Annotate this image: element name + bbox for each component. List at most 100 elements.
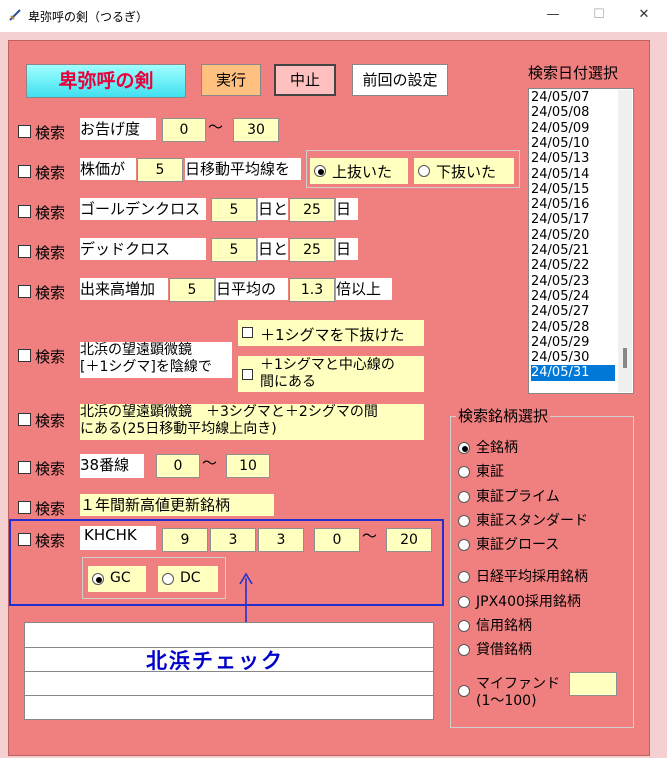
previous-settings-button[interactable]: 前回の設定 (352, 64, 448, 96)
sigma-break-option[interactable]: ＋1シグマを下抜けた (238, 320, 424, 346)
search-checkbox[interactable] (18, 349, 31, 362)
date-list-item[interactable]: 24/05/10 (531, 136, 615, 151)
cross-up-radio[interactable] (314, 165, 326, 177)
date-list-item[interactable]: 24/05/16 (531, 197, 615, 212)
khchk-input-1[interactable]: 9 (162, 528, 208, 552)
date-list-item[interactable]: 24/05/21 (531, 243, 615, 258)
date-list-item[interactable]: 24/05/28 (531, 320, 615, 335)
volume-label: 出来高増加 (80, 278, 168, 300)
date-list-item[interactable]: 24/05/15 (531, 182, 615, 197)
search-checkbox[interactable] (18, 125, 31, 138)
stock-option-label: 東証プライム (476, 489, 560, 505)
run-button[interactable]: 実行 (201, 64, 261, 96)
myfund-radio[interactable] (458, 685, 470, 697)
volume-ratio-input[interactable]: 1.3 (289, 278, 335, 302)
date-list-item[interactable]: 24/05/30 (531, 350, 615, 365)
stock-option-radio[interactable] (458, 491, 470, 503)
close-button[interactable]: ✕ (621, 0, 667, 32)
search-checkbox[interactable] (18, 413, 31, 426)
myfund-input[interactable] (569, 672, 617, 696)
search-label: 検索 (35, 348, 66, 366)
stock-option-radio[interactable] (458, 466, 470, 478)
date-list-item[interactable]: 24/05/07 (531, 90, 615, 105)
stock-option-label: 東証 (476, 464, 504, 480)
gc-radio[interactable] (92, 573, 104, 585)
line38-max-input[interactable]: 10 (226, 454, 270, 478)
date-list-item[interactable]: 24/05/09 (531, 121, 615, 136)
stock-option-radio[interactable] (458, 442, 470, 454)
sigma-center-checkbox[interactable] (242, 369, 253, 380)
dc-option[interactable]: DC (158, 566, 218, 592)
khchk-input-3[interactable]: 3 (258, 528, 304, 552)
dc-radio[interactable] (162, 573, 174, 585)
stop-button[interactable]: 中止 (274, 64, 336, 96)
golden-long-input[interactable]: 25 (289, 198, 335, 222)
search-checkbox[interactable] (18, 461, 31, 474)
cross-up-option[interactable]: 上抜いた (310, 158, 408, 184)
date-list-title: 検索日付選択 (528, 64, 619, 82)
date-list-item[interactable]: 24/05/08 (531, 105, 615, 120)
date-list-item[interactable]: 24/05/23 (531, 274, 615, 289)
khchk-range-min-input[interactable]: 0 (314, 528, 360, 552)
cross-down-option[interactable]: 下抜いた (414, 158, 514, 184)
stock-option-label: 全銘柄 (476, 440, 518, 456)
line38-min-input[interactable]: 0 (156, 454, 200, 478)
stock-option-radio[interactable] (458, 571, 470, 583)
date-list-item[interactable]: 24/05/20 (531, 228, 615, 243)
date-list-item[interactable]: 24/05/13 (531, 151, 615, 166)
date-list-item[interactable]: 24/05/22 (531, 258, 615, 273)
stock-option-radio[interactable] (458, 620, 470, 632)
search-label: 検索 (35, 164, 66, 182)
minimize-button[interactable]: — (530, 0, 576, 32)
oracle-max-input[interactable]: 30 (233, 118, 279, 142)
stock-option-label: 貸借銘柄 (476, 642, 532, 658)
telescope-sigma-label: 北浜の望遠顕微鏡 [＋1シグマ]を陰線で (80, 342, 232, 378)
dead-days-label: 日 (336, 238, 358, 260)
stock-option-label: 日経平均採用銘柄 (476, 569, 588, 585)
search-checkbox[interactable] (18, 245, 31, 258)
date-list-item[interactable]: 24/05/17 (531, 212, 615, 227)
window-title: 卑弥呼の剣（つるぎ） (28, 10, 149, 24)
range-tilde: 〜 (362, 527, 378, 545)
dead-long-input[interactable]: 25 (289, 238, 335, 262)
stock-option-radio[interactable] (458, 596, 470, 608)
date-listbox[interactable]: 24/05/07 24/05/08 24/05/09 24/05/10 24/05/13… (528, 88, 634, 394)
sigma-break-checkbox[interactable] (242, 327, 253, 338)
date-list-item[interactable]: 24/05/24 (531, 289, 615, 304)
golden-cross-label: ゴールデンクロス (80, 198, 206, 220)
gc-option[interactable]: GC (88, 566, 146, 592)
stock-selection-title: 検索銘柄選択 (456, 405, 551, 426)
date-list-item[interactable]: 24/05/14 (531, 167, 615, 182)
date-list-item[interactable]: 24/05/27 (531, 304, 615, 319)
sigma-center-option[interactable]: ＋1シグマと中心線の 間にある (238, 356, 424, 392)
khchk-range-max-input[interactable]: 20 (386, 528, 432, 552)
stock-option-radio[interactable] (458, 539, 470, 551)
range-tilde: 〜 (202, 454, 218, 472)
date-list-scrollbar[interactable] (618, 90, 632, 392)
search-label: 検索 (35, 204, 66, 222)
dead-short-input[interactable]: 5 (211, 238, 257, 262)
date-list-item[interactable]: 24/05/31 (531, 365, 615, 381)
cross-down-radio[interactable] (418, 165, 430, 177)
oracle-min-input[interactable]: 0 (162, 118, 206, 142)
khchk-label: KHCHK (80, 526, 156, 550)
khchk-input-2[interactable]: 3 (210, 528, 256, 552)
date-list-item[interactable]: 24/05/29 (531, 335, 615, 350)
search-checkbox[interactable] (18, 501, 31, 514)
golden-short-input[interactable]: 5 (211, 198, 257, 222)
search-checkbox[interactable] (18, 165, 31, 178)
new-high-label: １年間新高値更新銘柄 (80, 494, 274, 516)
search-label: 検索 (35, 460, 66, 478)
maximize-button[interactable]: ☐ (576, 0, 622, 32)
stock-option-radio[interactable] (458, 515, 470, 527)
ma-days-input[interactable]: 5 (137, 158, 183, 182)
search-checkbox[interactable] (18, 205, 31, 218)
stock-option-radio[interactable] (458, 644, 470, 656)
volume-days-input[interactable]: 5 (169, 278, 215, 302)
gc-label: GC (110, 570, 131, 586)
app-name-button[interactable]: 卑弥呼の剣 (26, 64, 186, 98)
telescope-line2: [＋1シグマ]を陰線で (80, 359, 212, 375)
scrollbar-thumb[interactable] (623, 348, 627, 368)
search-checkbox[interactable] (18, 285, 31, 298)
sword-icon (9, 9, 21, 21)
